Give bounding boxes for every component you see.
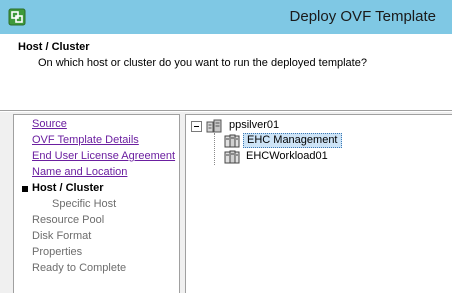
cluster-icon: [224, 134, 240, 148]
step-header: Host / Cluster On which host or cluster …: [0, 34, 452, 110]
step-subtitle: On which host or cluster do you want to …: [38, 57, 367, 69]
cluster-icon: [224, 150, 240, 164]
vsphere-app-icon: [8, 8, 26, 26]
nav-step-ovf-template-details[interactable]: OVF Template Details: [32, 133, 139, 147]
host-cluster-tree: ppsilver01 EHC Management EHCWorkload01: [185, 114, 452, 293]
nav-step-source[interactable]: Source: [32, 117, 67, 131]
tree-connector: [214, 133, 215, 165]
tree-node-label[interactable]: EHC Management: [243, 133, 342, 148]
step-title: Host / Cluster: [18, 41, 90, 53]
wizard-steps-panel: Source OVF Template Details End User Lic…: [13, 114, 180, 293]
nav-step-host-cluster: Host / Cluster: [18, 181, 104, 195]
title-bar: Deploy OVF Template: [0, 0, 452, 34]
collapse-toggle-icon[interactable]: [191, 121, 202, 132]
nav-step-name-and-location[interactable]: Name and Location: [32, 165, 127, 179]
tree-node-label[interactable]: EHCWorkload01: [243, 149, 331, 164]
nav-step-ready-to-complete: Ready to Complete: [32, 262, 127, 274]
nav-step-disk-format: Disk Format: [32, 230, 92, 242]
datacenter-node-label[interactable]: ppsilver01: [229, 119, 279, 131]
nav-step-eula[interactable]: End User License Agreement: [32, 149, 175, 163]
window-title: Deploy OVF Template: [289, 8, 436, 25]
nav-step-resource-pool: Resource Pool: [32, 214, 105, 226]
nav-step-specific-host: Specific Host: [52, 198, 117, 210]
nav-step-host-cluster-label: Host / Cluster: [32, 182, 104, 194]
datacenter-icon: [206, 119, 222, 133]
current-step-marker-icon: [22, 186, 28, 192]
nav-step-properties: Properties: [32, 246, 83, 258]
